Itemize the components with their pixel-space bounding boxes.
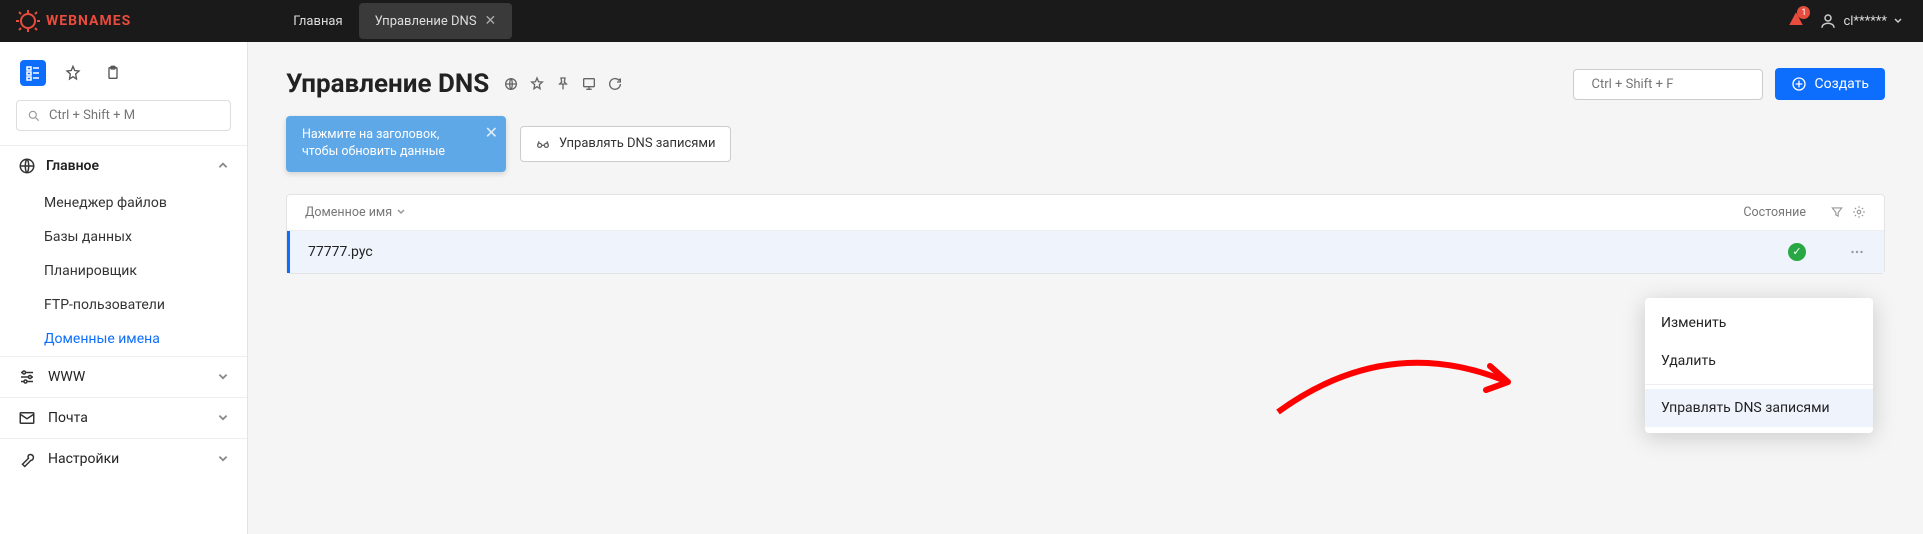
sidebar-item-databases[interactable]: Базы данных (0, 220, 247, 254)
user-label: cl****** (1843, 14, 1887, 29)
sidebar-item-ftp[interactable]: FTP-пользователи (0, 288, 247, 322)
user-icon (1819, 12, 1837, 30)
cell-status: ✓ (1706, 243, 1806, 261)
wrench-icon (18, 450, 36, 468)
topbar-right: 1 cl****** (1787, 10, 1923, 32)
filter-icon[interactable] (1830, 205, 1844, 219)
ctx-separator (1645, 384, 1873, 385)
menu-label: Почта (48, 410, 88, 426)
ctx-item-label: Удалить (1661, 353, 1716, 369)
menu-section-main: Главное Менеджер файлов Базы данных План… (0, 145, 247, 356)
domains-table: Доменное имя Состояние 77777.рус ✓ (286, 194, 1885, 274)
create-button[interactable]: Создать (1775, 68, 1886, 100)
col-header-name[interactable]: Доменное имя (305, 205, 1706, 220)
topbar: WEBNAMES Главная Управление DNS ✕ 1 cl**… (0, 0, 1923, 42)
sidebar-search-input[interactable] (49, 108, 220, 123)
table-header-row: Доменное имя Состояние (287, 195, 1884, 231)
row-more-button[interactable] (1806, 243, 1866, 261)
title-icon-row (503, 76, 623, 92)
dots-icon (1848, 243, 1866, 261)
main-search[interactable] (1573, 69, 1763, 100)
chevron-down-icon (396, 207, 406, 217)
menu-section-www[interactable]: WWW (0, 356, 247, 397)
plus-icon (1791, 76, 1807, 92)
sidebar-item-label: Доменные имена (44, 331, 160, 347)
menu-label: WWW (48, 369, 85, 385)
manage-dns-records-button[interactable]: Управлять DNS записями (520, 126, 731, 162)
sidebar-item-label: Планировщик (44, 263, 137, 279)
sidebar-icon-row (0, 60, 247, 100)
glasses-icon (535, 136, 551, 152)
filter-label: Управлять DNS записями (559, 136, 716, 151)
chevron-down-icon (217, 412, 229, 424)
sidebar-item-label: FTP-пользователи (44, 297, 165, 313)
tab-label: Управление DNS (375, 14, 477, 29)
sidebar-item-filemanager[interactable]: Менеджер файлов (0, 186, 247, 220)
menu-label: Настройки (48, 451, 119, 467)
globe-icon[interactable] (503, 76, 519, 92)
col-header-tools (1806, 205, 1866, 219)
chevron-down-icon (217, 453, 229, 465)
hint-text: Нажмите на заголовок, чтобы обновить дан… (302, 127, 445, 159)
tab-main[interactable]: Главная (277, 4, 358, 39)
star-icon[interactable] (60, 60, 86, 86)
main-header: Управление DNS Создать (286, 68, 1885, 100)
ctx-item-manage-dns[interactable]: Управлять DNS записями (1645, 389, 1873, 427)
tab-label: Главная (293, 14, 342, 29)
notification-badge: 1 (1797, 6, 1810, 19)
page-title: Управление DNS (286, 69, 489, 99)
refresh-icon[interactable] (607, 76, 623, 92)
create-label: Создать (1815, 76, 1870, 92)
chevron-down-icon (1893, 16, 1903, 26)
col-header-label: Доменное имя (305, 205, 392, 220)
close-icon[interactable]: ✕ (485, 122, 498, 144)
main-search-input[interactable] (1592, 77, 1758, 92)
user-menu[interactable]: cl****** (1819, 12, 1903, 30)
hint-tooltip: Нажмите на заголовок, чтобы обновить дан… (286, 116, 506, 172)
brand-text: WEBNAMES (46, 13, 131, 29)
menu-header-main[interactable]: Главное (0, 146, 247, 186)
col-header-status: Состояние (1706, 205, 1806, 220)
mail-icon (18, 409, 36, 427)
main-header-right: Создать (1573, 68, 1886, 100)
chevron-up-icon (217, 160, 229, 172)
table-row[interactable]: 77777.рус ✓ (287, 231, 1884, 273)
star-icon[interactable] (529, 76, 545, 92)
menu-section-settings[interactable]: Настройки (0, 438, 247, 479)
sidebar-item-label: Менеджер файлов (44, 195, 167, 211)
col-header-label: Состояние (1743, 205, 1806, 220)
tree-icon[interactable] (20, 60, 46, 86)
ctx-item-label: Изменить (1661, 315, 1726, 331)
search-icon (27, 109, 41, 123)
device-icon[interactable] (581, 76, 597, 92)
logo-icon (16, 9, 40, 33)
clipboard-icon[interactable] (100, 60, 126, 86)
notifications-button[interactable]: 1 (1787, 10, 1805, 32)
main-content: Управление DNS Создать Нажмите на заголо… (248, 42, 1923, 534)
annotation-arrow (1268, 342, 1528, 432)
context-menu: Изменить Удалить Управлять DNS записями (1645, 298, 1873, 433)
chevron-down-icon (217, 371, 229, 383)
menu-section-mail[interactable]: Почта (0, 397, 247, 438)
ctx-item-delete[interactable]: Удалить (1645, 342, 1873, 380)
toolbar-row: Нажмите на заголовок, чтобы обновить дан… (286, 116, 1885, 172)
sidebar-item-domains[interactable]: Доменные имена (0, 322, 247, 356)
sidebar-item-scheduler[interactable]: Планировщик (0, 254, 247, 288)
ctx-item-label: Управлять DNS записями (1661, 400, 1830, 416)
cell-domain-name: 77777.рус (308, 244, 1706, 260)
close-icon[interactable]: ✕ (485, 13, 497, 29)
status-ok-icon: ✓ (1788, 243, 1806, 261)
tab-dns[interactable]: Управление DNS ✕ (359, 3, 513, 39)
globe-icon (18, 157, 36, 175)
sidebar-search[interactable] (16, 100, 231, 131)
menu-header-label: Главное (46, 158, 99, 174)
sidebar: Главное Менеджер файлов Базы данных План… (0, 42, 248, 534)
pin-icon[interactable] (555, 76, 571, 92)
logo[interactable]: WEBNAMES (0, 9, 147, 33)
tabs-bar: Главная Управление DNS ✕ (277, 3, 512, 39)
gear-icon[interactable] (1852, 205, 1866, 219)
ctx-item-edit[interactable]: Изменить (1645, 304, 1873, 342)
sliders-icon (18, 368, 36, 386)
sidebar-item-label: Базы данных (44, 229, 132, 245)
